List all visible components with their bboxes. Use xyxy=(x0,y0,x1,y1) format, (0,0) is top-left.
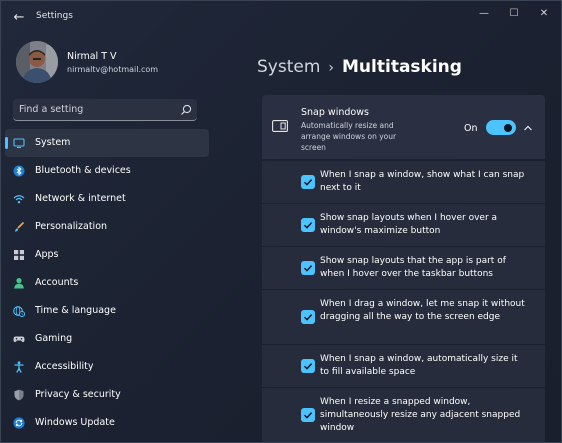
checkbox[interactable] xyxy=(301,175,315,189)
sidebar-item-privacy-security[interactable]: Privacy & security xyxy=(5,381,209,409)
close-button[interactable]: ✕ xyxy=(531,5,557,23)
apps-icon xyxy=(14,250,24,260)
checkbox[interactable] xyxy=(301,310,315,324)
sidebar-item-label: Time & language xyxy=(35,305,116,316)
option-label: When I resize a snapped window, simultan… xyxy=(320,397,521,433)
user-name: Nirmal T V xyxy=(67,51,117,62)
sidebar-item-label: Privacy & security xyxy=(35,389,121,400)
shield-icon xyxy=(14,389,24,401)
sidebar-item-label: Windows Update xyxy=(35,417,115,428)
checkmark-icon xyxy=(304,179,313,186)
sidebar-item-network-internet[interactable]: Network & internet xyxy=(5,185,209,213)
checkmark-icon xyxy=(304,412,313,419)
snap-option[interactable]: Show snap layouts when I hover over a wi… xyxy=(262,204,545,246)
snap-layout-icon xyxy=(272,120,288,132)
checkmark-icon xyxy=(304,314,313,321)
sidebar-item-label: Accounts xyxy=(35,277,79,288)
search-icon[interactable] xyxy=(179,103,193,117)
accessibility-icon xyxy=(14,361,24,373)
toggle-state-label: On xyxy=(464,123,478,134)
minimize-button[interactable]: — xyxy=(471,5,497,23)
system-icon xyxy=(13,138,25,149)
snap-windows-title: Snap windows xyxy=(301,107,369,118)
sidebar-item-label: Apps xyxy=(35,249,59,260)
option-label: When I snap a window, show what I can sn… xyxy=(320,170,525,193)
checkmark-icon xyxy=(304,363,313,370)
bluetooth-icon xyxy=(13,165,25,177)
snap-options-list: When I snap a window, show what I can sn… xyxy=(262,161,545,442)
sidebar-item-accessibility[interactable]: Accessibility xyxy=(5,353,209,381)
sidebar-item-label: System xyxy=(35,137,71,148)
avatar-photo xyxy=(16,41,58,83)
brush-icon xyxy=(15,221,25,232)
checkbox[interactable] xyxy=(301,359,315,373)
option-label: Show snap layouts when I hover over a wi… xyxy=(320,213,498,236)
sidebar-item-label: Bluetooth & devices xyxy=(35,165,131,176)
wifi-icon xyxy=(13,195,25,204)
sidebar-item-windows-update[interactable]: Windows Update xyxy=(5,409,209,437)
sidebar-item-personalization[interactable]: Personalization xyxy=(5,213,209,241)
option-label: When I drag a window, let me snap it wit… xyxy=(320,299,525,322)
sidebar-item-label: Gaming xyxy=(35,333,73,344)
snap-windows-description: Automatically resize and arrange windows… xyxy=(301,121,397,152)
snap-option[interactable]: When I resize a snapped window, simultan… xyxy=(262,388,545,442)
snap-windows-panel: Snap windows Automatically resize and ar… xyxy=(262,95,545,442)
snap-option[interactable]: When I snap a window, show what I can sn… xyxy=(262,161,545,203)
update-icon xyxy=(13,417,25,429)
app-title: Settings xyxy=(36,11,73,21)
page-title: Multitasking xyxy=(342,57,462,77)
breadcrumb: System › Multitasking xyxy=(257,57,462,77)
sidebar-item-bluetooth-devices[interactable]: Bluetooth & devices xyxy=(5,157,209,185)
sidebar-item-label: Accessibility xyxy=(35,361,94,372)
maximize-button[interactable]: ☐ xyxy=(501,5,527,23)
sidebar-item-accounts[interactable]: Accounts xyxy=(5,269,209,297)
option-label: Show snap layouts that the app is part o… xyxy=(320,256,506,279)
checkbox[interactable] xyxy=(301,408,315,422)
sidebar-item-gaming[interactable]: Gaming xyxy=(5,325,209,353)
selection-indicator xyxy=(5,137,8,149)
search-box[interactable] xyxy=(13,99,197,121)
sidebar-item-label: Network & internet xyxy=(35,193,126,204)
checkbox[interactable] xyxy=(301,218,315,232)
sidebar-item-apps[interactable]: Apps xyxy=(5,241,209,269)
snap-windows-toggle[interactable] xyxy=(486,120,516,135)
person-icon xyxy=(14,278,24,289)
toggle-knob xyxy=(504,123,512,132)
avatar[interactable] xyxy=(16,41,58,83)
controller-icon xyxy=(13,336,25,343)
checkbox[interactable] xyxy=(301,261,315,275)
title-bar: ← Settings — ☐ ✕ xyxy=(1,1,561,35)
settings-window: ← Settings — ☐ ✕ Nirmal T V nirmaltv@hot… xyxy=(0,0,562,443)
chevron-up-icon[interactable] xyxy=(522,122,534,134)
checkmark-icon xyxy=(304,222,313,229)
search-input[interactable] xyxy=(19,102,169,116)
sidebar-item-system[interactable]: System xyxy=(5,129,209,157)
snap-option[interactable]: When I snap a window, automatically size… xyxy=(262,345,545,387)
breadcrumb-parent[interactable]: System xyxy=(257,57,320,77)
sidebar-item-label: Personalization xyxy=(35,221,108,232)
user-email: nirmaltv@hotmail.com xyxy=(67,65,159,74)
checkmark-icon xyxy=(304,265,313,272)
snap-windows-header[interactable]: Snap windows Automatically resize and ar… xyxy=(262,95,545,159)
sidebar-item-time-language[interactable]: Time & language xyxy=(5,297,209,325)
breadcrumb-separator: › xyxy=(328,60,335,76)
snap-option[interactable]: Show snap layouts that the app is part o… xyxy=(262,247,545,289)
globe-clock-icon xyxy=(13,306,25,317)
sidebar-nav: System Bluetooth & devices Network & int… xyxy=(5,129,209,437)
option-label: When I snap a window, automatically size… xyxy=(320,354,518,377)
back-button[interactable]: ← xyxy=(11,10,27,26)
snap-option[interactable]: When I drag a window, let me snap it wit… xyxy=(262,290,545,344)
